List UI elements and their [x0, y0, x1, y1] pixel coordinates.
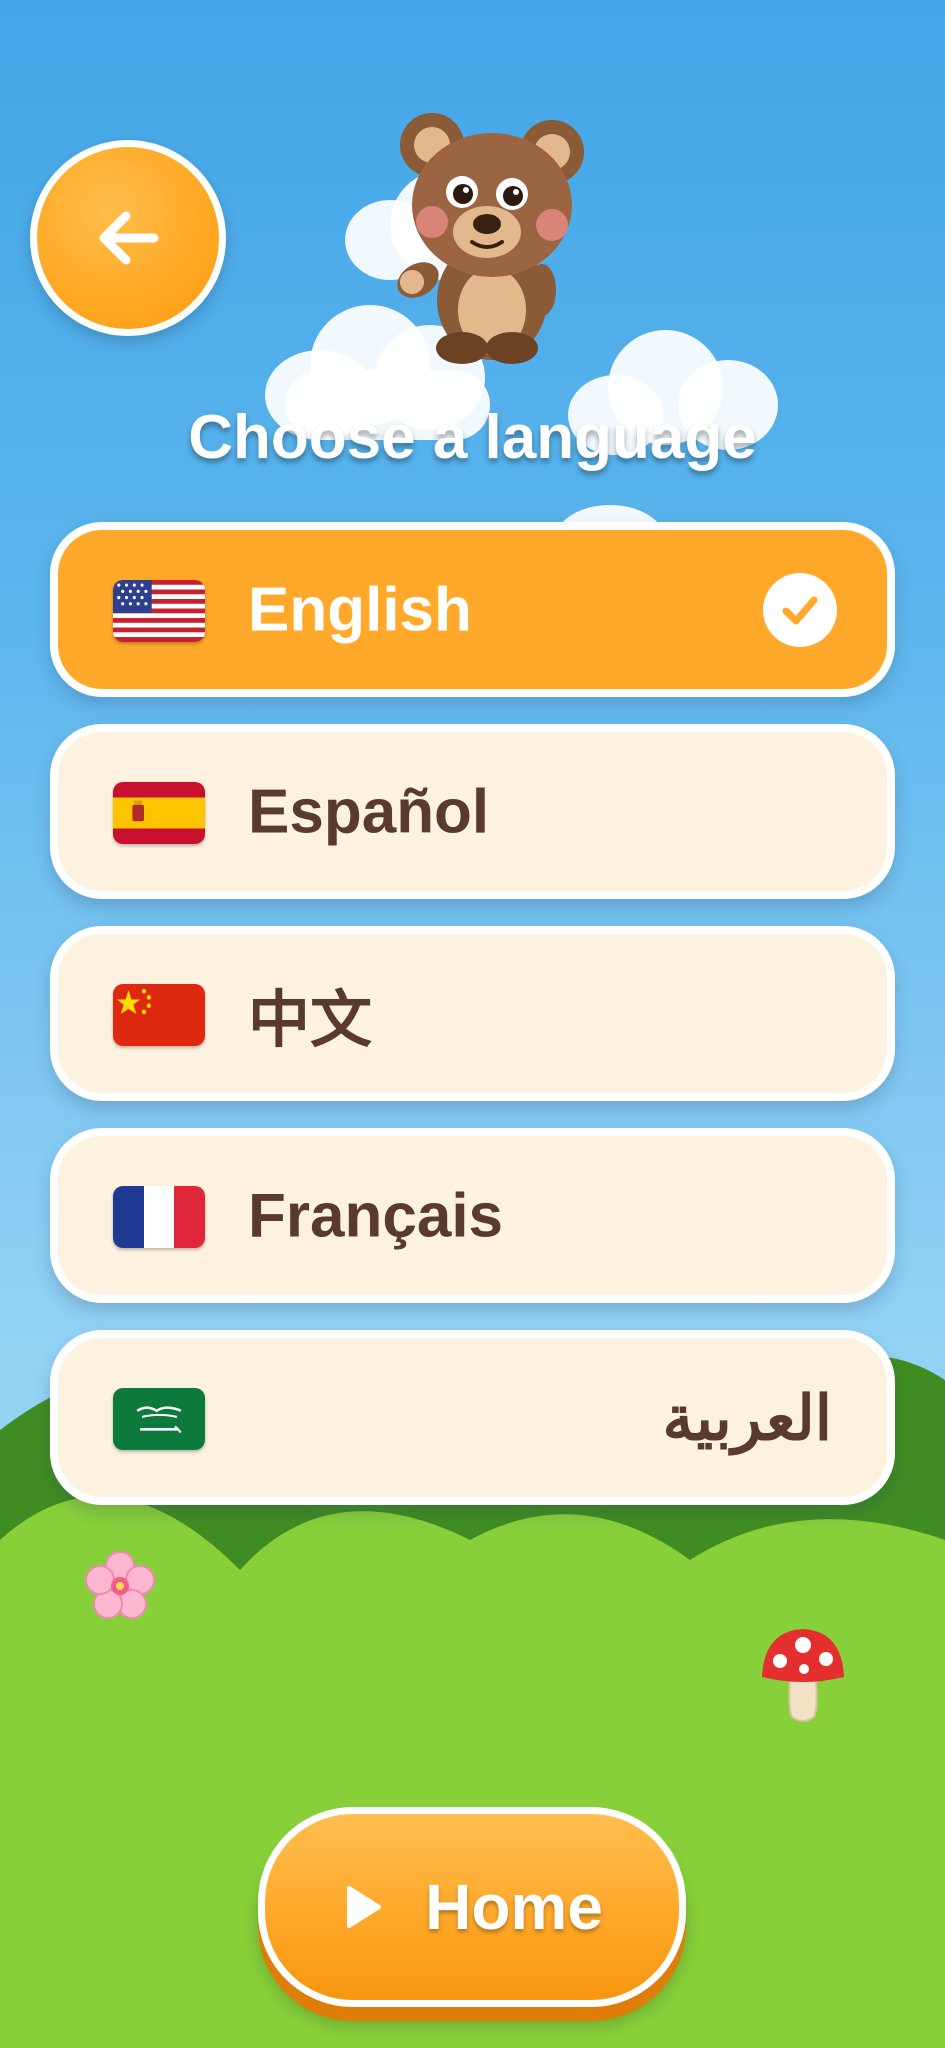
- language-label: العربية: [662, 1384, 832, 1453]
- cherry-blossom-icon: [85, 1551, 155, 1619]
- mushroom-icon: [762, 1629, 844, 1722]
- play-icon: [347, 1886, 382, 1928]
- language-label: Español: [248, 777, 490, 846]
- home-label: Home: [425, 1871, 603, 1943]
- saudi-flag-icon: [113, 1387, 205, 1450]
- language-option-spanish[interactable]: Español: [50, 724, 895, 899]
- france-flag-icon: [113, 1185, 205, 1248]
- us-flag-icon: [113, 579, 205, 642]
- language-label: English: [248, 575, 472, 644]
- check-icon: [763, 572, 837, 647]
- language-option-arabic[interactable]: العربية: [50, 1330, 895, 1505]
- home-button[interactable]: Home: [258, 1807, 686, 2007]
- china-flag-icon: [113, 983, 205, 1046]
- language-option-english[interactable]: English: [50, 522, 895, 697]
- back-button[interactable]: [30, 140, 226, 336]
- language-label: 中文: [248, 985, 373, 1055]
- arrow-left-icon: [99, 211, 159, 265]
- language-option-chinese[interactable]: 中文: [50, 926, 895, 1101]
- language-option-french[interactable]: Français: [50, 1128, 895, 1303]
- page-title: Choose a language: [188, 403, 757, 472]
- language-label: Français: [248, 1181, 504, 1250]
- spain-flag-icon: [113, 781, 205, 844]
- bear-mascot: [397, 113, 584, 364]
